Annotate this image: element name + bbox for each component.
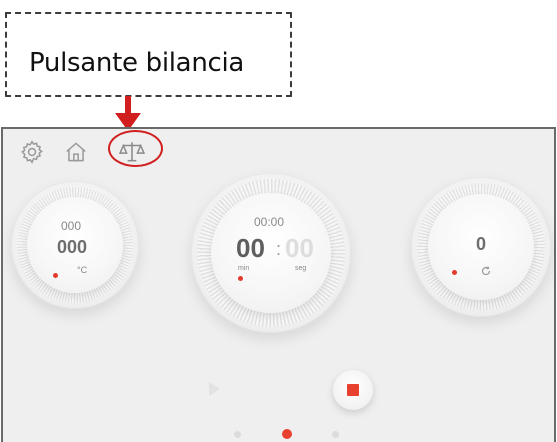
temperature-indicator — [53, 273, 58, 278]
minutes-label: min — [238, 265, 250, 272]
rotation-icon — [480, 264, 492, 276]
home-icon[interactable] — [63, 139, 89, 165]
callout-label: Pulsante bilancia — [29, 48, 245, 78]
target-temperature: 000 — [61, 219, 82, 233]
temperature-unit: °C — [77, 265, 88, 275]
stop-icon — [347, 384, 359, 396]
timer-seconds: 00 — [285, 233, 314, 263]
speed-value: 0 — [476, 234, 487, 254]
gear-icon[interactable] — [19, 139, 45, 165]
device-screen: 000 000 °C 00:00 00 : 00 min seg 0 — [1, 127, 556, 442]
scale-button-highlight — [108, 130, 163, 167]
speed-dial[interactable]: 0 — [411, 177, 551, 317]
temperature-value: 000 — [57, 237, 88, 257]
dial-face: 0 — [428, 194, 534, 300]
callout-box: Pulsante bilancia — [5, 12, 292, 97]
seconds-label: seg — [295, 265, 307, 272]
timer-dial[interactable]: 00:00 00 : 00 min seg — [191, 173, 351, 333]
timer-minutes: 00 — [236, 233, 265, 263]
timer-separator: : — [276, 239, 282, 259]
speed-indicator — [452, 270, 457, 275]
timer-set-time: 00:00 — [254, 215, 285, 229]
stop-button[interactable] — [333, 370, 373, 410]
play-button[interactable] — [209, 382, 220, 396]
timer-indicator — [238, 276, 243, 281]
temperature-dial[interactable]: 000 000 °C — [11, 181, 139, 309]
dial-face: 00:00 00 : 00 min seg — [211, 193, 331, 313]
dial-face: 000 000 °C — [27, 197, 123, 293]
page-indicator-dot[interactable] — [332, 431, 339, 438]
page-indicator-dot[interactable] — [234, 431, 241, 438]
page-indicator-dot-active[interactable] — [282, 429, 292, 439]
